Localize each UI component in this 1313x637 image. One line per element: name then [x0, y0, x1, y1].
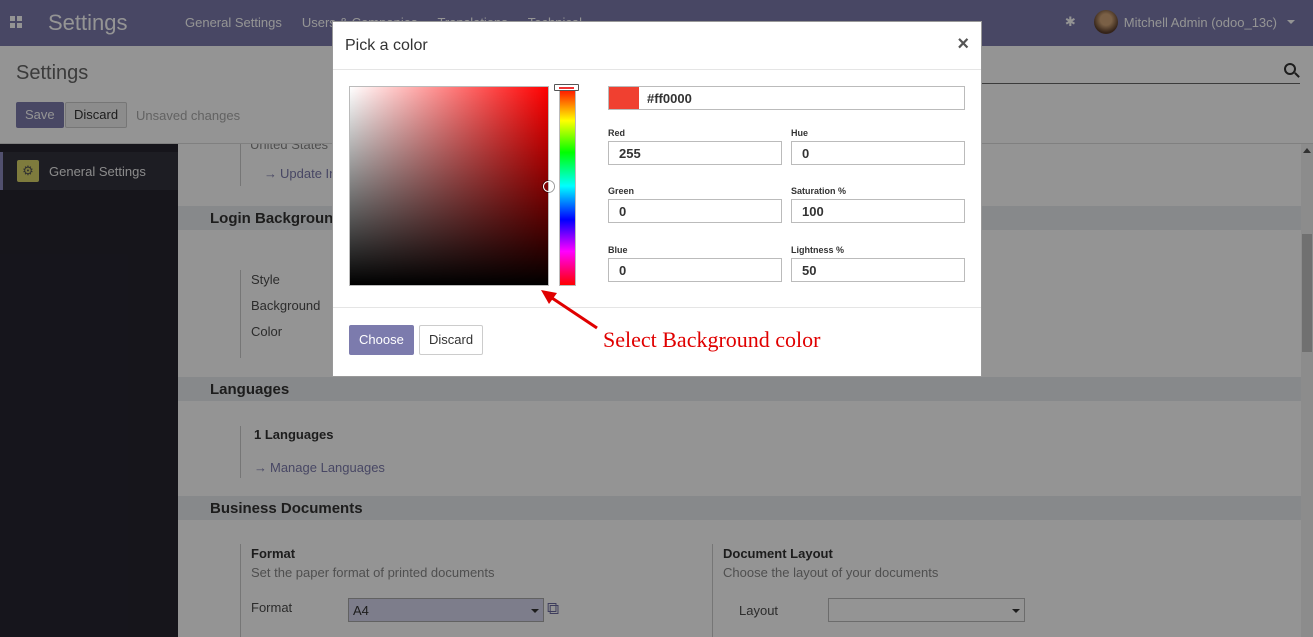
saturation-label: Saturation % [791, 186, 847, 196]
saturation-input[interactable] [791, 199, 965, 223]
choose-button[interactable]: Choose [349, 325, 414, 355]
color-picker-dialog: Pick a color × Red Hue Green Saturation … [332, 21, 982, 377]
dialog-header: Pick a color × [333, 22, 981, 70]
hex-input[interactable] [647, 91, 947, 106]
green-label: Green [608, 186, 635, 196]
hue-input[interactable] [791, 141, 965, 165]
annotation-text: Select Background color [603, 327, 821, 352]
annotation-arrow [541, 290, 598, 330]
green-input[interactable] [608, 199, 782, 223]
hue-slider[interactable] [559, 86, 576, 286]
hue-label: Hue [791, 128, 809, 138]
red-label: Red [608, 128, 626, 138]
saturation-lightness-area[interactable] [349, 86, 554, 286]
color-picker-handle[interactable] [543, 181, 554, 192]
red-input[interactable] [608, 141, 782, 165]
dialog-title: Pick a color [345, 37, 428, 54]
dialog-discard-button[interactable]: Discard [419, 325, 484, 355]
blue-input[interactable] [608, 258, 782, 282]
lightness-input[interactable] [791, 258, 965, 282]
hue-slider-handle[interactable] [554, 84, 579, 91]
color-preview-swatch [609, 87, 639, 109]
close-icon[interactable]: × [957, 33, 969, 56]
lightness-label: Lightness % [791, 245, 845, 255]
hex-field [608, 86, 965, 110]
blue-label: Blue [608, 245, 628, 255]
